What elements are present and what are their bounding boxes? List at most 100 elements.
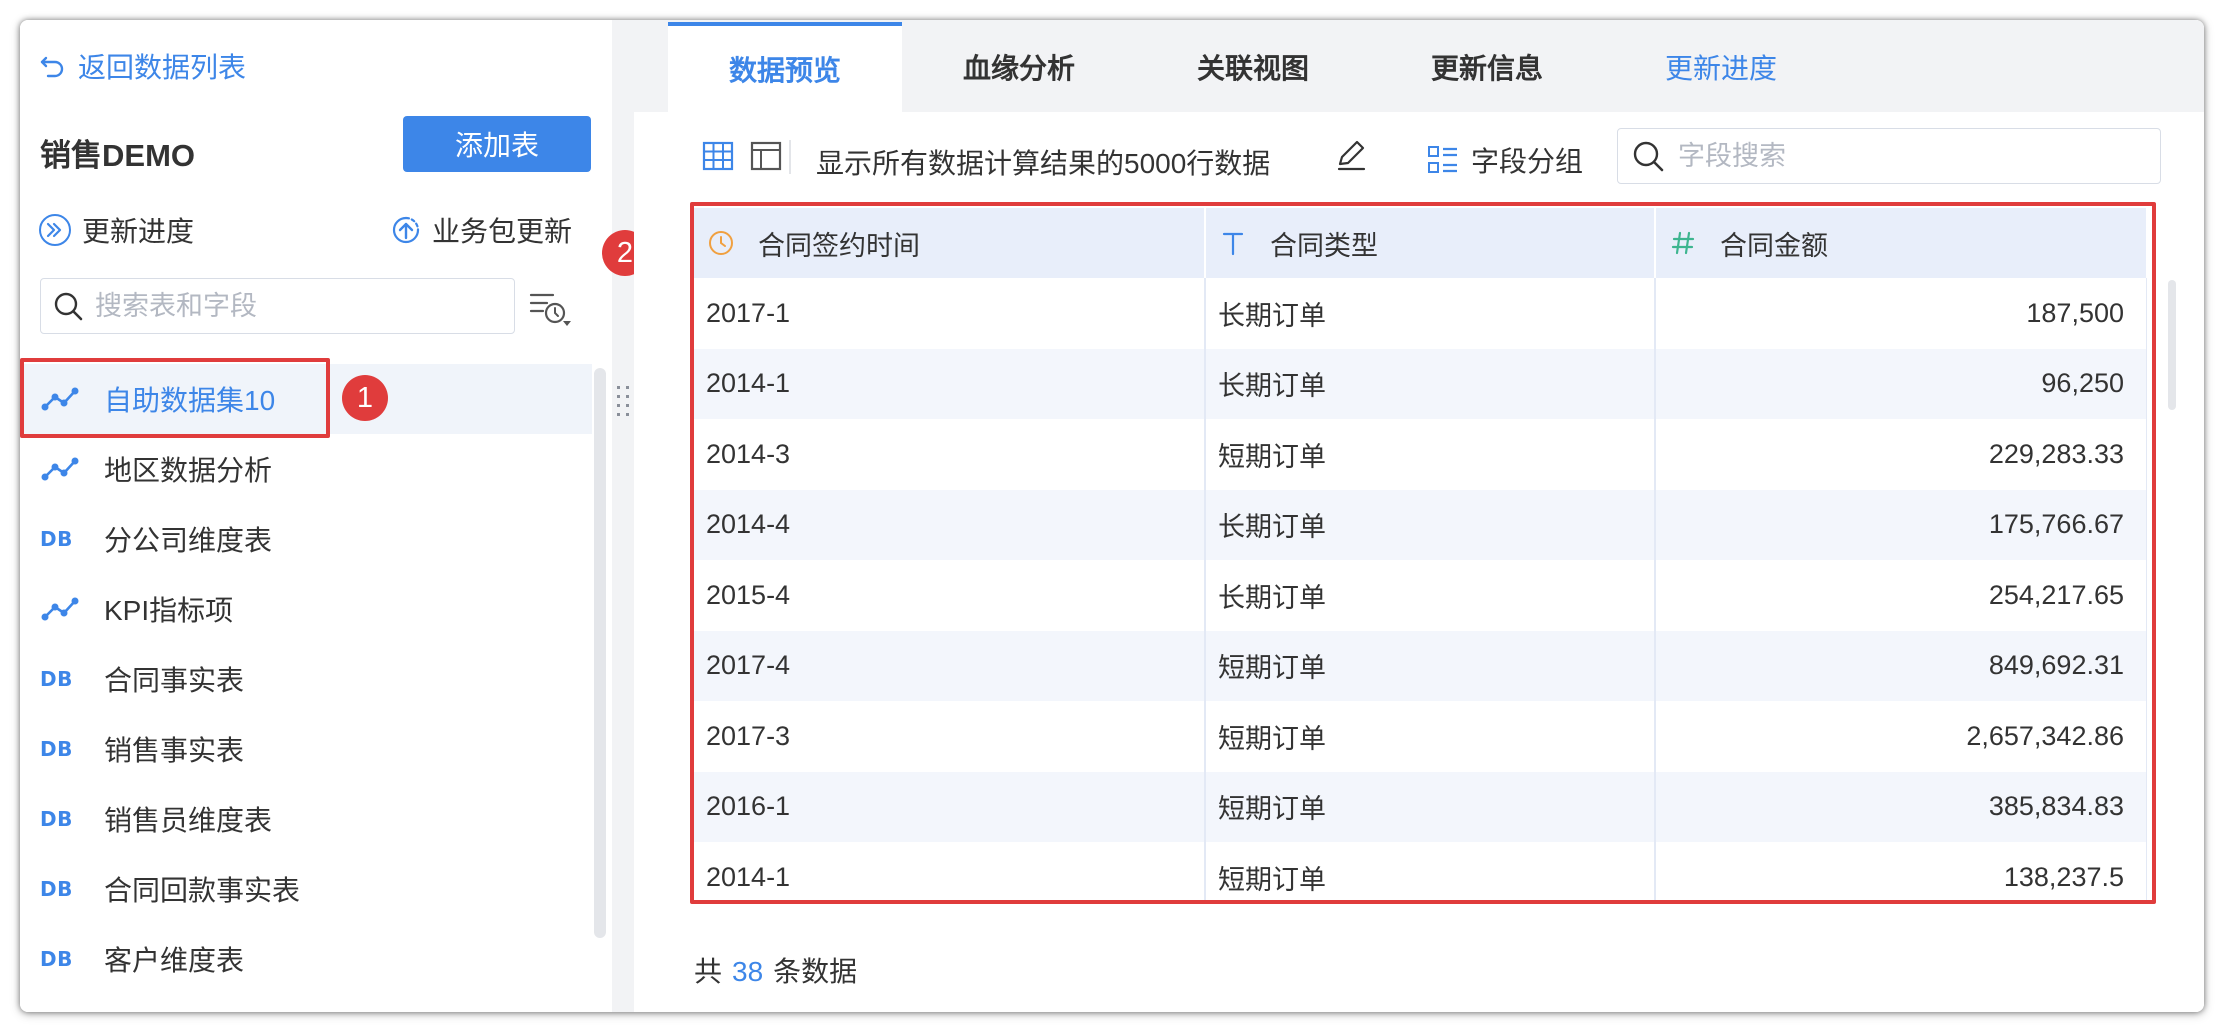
data-table: 合同签约时间 合同类型 合同金额 2017-1 长期订单 187,500 201… bbox=[694, 208, 2147, 900]
app-window: 返回数据列表 销售DEMO 添加表 更新进度 业务包更新 搜索表和字段 自助数据… bbox=[20, 20, 2204, 1012]
column-header-label: 合同金额 bbox=[1720, 230, 1828, 261]
table-item-label: 合同事实表 bbox=[104, 665, 245, 696]
hash-icon bbox=[1668, 229, 1698, 257]
db-table-icon: DB bbox=[40, 877, 73, 901]
table-item-label: 地区数据分析 bbox=[104, 455, 273, 486]
table-item-region-analysis[interactable]: 地区数据分析 bbox=[20, 434, 592, 504]
cell-contract-type: 短期订单 bbox=[1205, 701, 1656, 772]
table-item-label: 客户维度表 bbox=[104, 945, 245, 976]
cell-sign-time: 2014-1 bbox=[694, 842, 1206, 900]
back-label: 返回数据列表 bbox=[78, 52, 247, 83]
pencil-icon bbox=[1337, 140, 1366, 171]
row-count: 38 bbox=[732, 956, 764, 987]
column-header-contract-type[interactable]: 合同类型 bbox=[1205, 208, 1656, 278]
table-field-search-input[interactable] bbox=[95, 290, 495, 322]
grid-view-icon bbox=[702, 141, 734, 171]
table-item-label: KPI指标项 bbox=[104, 595, 234, 626]
package-update-label: 业务包更新 bbox=[432, 216, 573, 247]
cell-sign-time: 2017-3 bbox=[694, 701, 1206, 772]
footer-prefix: 共 bbox=[694, 956, 723, 987]
cell-contract-amount: 187,500 bbox=[1655, 278, 2147, 349]
cell-contract-type: 长期订单 bbox=[1205, 489, 1656, 560]
row-limit-info: 显示所有数据计算结果的5000行数据 bbox=[816, 148, 1271, 179]
self-service-dataset-icon bbox=[40, 384, 80, 414]
layout-view-button[interactable] bbox=[746, 136, 786, 176]
sidebar-scrollbar[interactable] bbox=[594, 368, 606, 938]
table-row: 2014-3 短期订单 229,283.33 bbox=[694, 419, 2147, 490]
clock-icon bbox=[706, 229, 736, 257]
cell-contract-amount: 2,657,342.86 bbox=[1655, 701, 2147, 772]
table-item-salesperson-dimension[interactable]: DB 销售员维度表 bbox=[20, 784, 592, 854]
upload-circle-icon bbox=[392, 216, 420, 244]
cell-contract-type: 短期订单 bbox=[1205, 842, 1656, 900]
table-item-contract-payment-fact[interactable]: DB 合同回款事实表 bbox=[20, 854, 592, 924]
column-header-contract-amount[interactable]: 合同金额 bbox=[1655, 208, 2147, 278]
table-row: 2017-4 短期订单 849,692.31 bbox=[694, 630, 2147, 701]
data-preview-table: 合同签约时间 合同类型 合同金额 2017-1 长期订单 187,500 201… bbox=[694, 208, 2147, 900]
table-item-self-service-dataset-10[interactable]: 自助数据集10 bbox=[20, 364, 592, 434]
grid-view-button[interactable] bbox=[698, 136, 738, 176]
add-table-button[interactable]: 添加表 bbox=[403, 116, 591, 172]
back-to-data-list-link[interactable]: 返回数据列表 bbox=[40, 46, 246, 86]
package-update-button[interactable]: 业务包更新 bbox=[388, 210, 572, 250]
cell-contract-type: 短期订单 bbox=[1205, 630, 1656, 701]
cell-contract-amount: 138,237.5 bbox=[1655, 842, 2147, 900]
table-item-contract-fact[interactable]: DB 合同事实表 bbox=[20, 644, 592, 714]
table-item-label: 自助数据集10 bbox=[104, 385, 276, 416]
cell-sign-time: 2015-4 bbox=[694, 560, 1206, 631]
field-search-input[interactable] bbox=[1678, 140, 2138, 172]
db-table-icon: DB bbox=[40, 947, 73, 971]
table-row: 2014-1 长期订单 96,250 bbox=[694, 348, 2147, 419]
row-count-footer: 共 38 条数据 bbox=[694, 950, 857, 990]
table-header-row: 合同签约时间 合同类型 合同金额 bbox=[694, 208, 2147, 278]
table-row: 2014-1 短期订单 138,237.5 bbox=[694, 842, 2147, 900]
table-item-label: 合同回款事实表 bbox=[104, 875, 301, 906]
toolbar-divider bbox=[789, 140, 791, 174]
cell-sign-time: 2017-1 bbox=[694, 278, 1206, 349]
column-header-contract-sign-time[interactable]: 合同签约时间 bbox=[694, 208, 1206, 278]
table-item-label: 分公司维度表 bbox=[104, 525, 273, 556]
edit-row-limit-button[interactable] bbox=[1334, 138, 1368, 177]
panel-splitter[interactable] bbox=[612, 20, 634, 1012]
table-item-kpi[interactable]: KPI指标项 bbox=[20, 574, 592, 644]
annotation-badge-1: 1 bbox=[342, 375, 388, 421]
table-item-sales-fact[interactable]: DB 销售事实表 bbox=[20, 714, 592, 784]
table-field-search[interactable] bbox=[40, 278, 515, 334]
cell-sign-time: 2014-1 bbox=[694, 348, 1206, 419]
cell-sign-time: 2014-3 bbox=[694, 419, 1206, 490]
update-progress-button[interactable]: 更新进度 bbox=[38, 210, 194, 250]
sort-filter-button[interactable] bbox=[520, 284, 580, 334]
tab-update-progress[interactable]: 更新进度 bbox=[1604, 22, 1838, 112]
tab-relation-view[interactable]: 关联视图 bbox=[1136, 22, 1370, 112]
search-icon bbox=[1633, 141, 1664, 172]
cell-contract-amount: 175,766.67 bbox=[1655, 489, 2147, 560]
table-item-branch-dimension[interactable]: DB 分公司维度表 bbox=[20, 504, 592, 574]
cell-contract-type: 长期订单 bbox=[1205, 560, 1656, 631]
text-type-icon bbox=[1218, 229, 1248, 257]
search-icon bbox=[54, 292, 83, 321]
table-row: 2014-4 长期订单 175,766.67 bbox=[694, 489, 2147, 560]
layout-view-icon bbox=[750, 141, 782, 171]
drag-handle-icon[interactable] bbox=[617, 386, 629, 416]
cell-contract-type: 短期订单 bbox=[1205, 419, 1656, 490]
preview-toolbar: 显示所有数据计算结果的5000行数据 字段分组 bbox=[634, 112, 2204, 200]
table-item-label: 销售事实表 bbox=[104, 735, 245, 766]
cell-contract-type: 长期订单 bbox=[1205, 348, 1656, 419]
back-arrow-icon bbox=[40, 56, 64, 78]
sort-history-icon bbox=[529, 293, 571, 326]
tab-update-info[interactable]: 更新信息 bbox=[1370, 22, 1604, 112]
cell-contract-amount: 849,692.31 bbox=[1655, 630, 2147, 701]
cell-sign-time: 2017-4 bbox=[694, 630, 1206, 701]
table-item-customer-dimension[interactable]: DB 客户维度表 bbox=[20, 924, 592, 994]
table-row: 2016-1 短期订单 385,834.83 bbox=[694, 771, 2147, 842]
field-search[interactable] bbox=[1617, 128, 2161, 184]
package-title: 销售DEMO bbox=[40, 138, 195, 173]
cell-contract-type: 短期订单 bbox=[1205, 771, 1656, 842]
field-group-button[interactable]: 字段分组 bbox=[1427, 140, 1583, 180]
footer-suffix: 条数据 bbox=[773, 956, 858, 987]
tab-data-preview[interactable]: 数据预览 bbox=[668, 22, 902, 112]
tab-lineage-analysis[interactable]: 血缘分析 bbox=[902, 22, 1136, 112]
table-scrollbar[interactable] bbox=[2168, 280, 2176, 410]
table-list: 自助数据集10 地区数据分析 DB 分公司维度表 KPI指标项 DB 合同事实表… bbox=[20, 364, 592, 994]
sidebar: 返回数据列表 销售DEMO 添加表 更新进度 业务包更新 搜索表和字段 自助数据… bbox=[20, 20, 612, 1012]
